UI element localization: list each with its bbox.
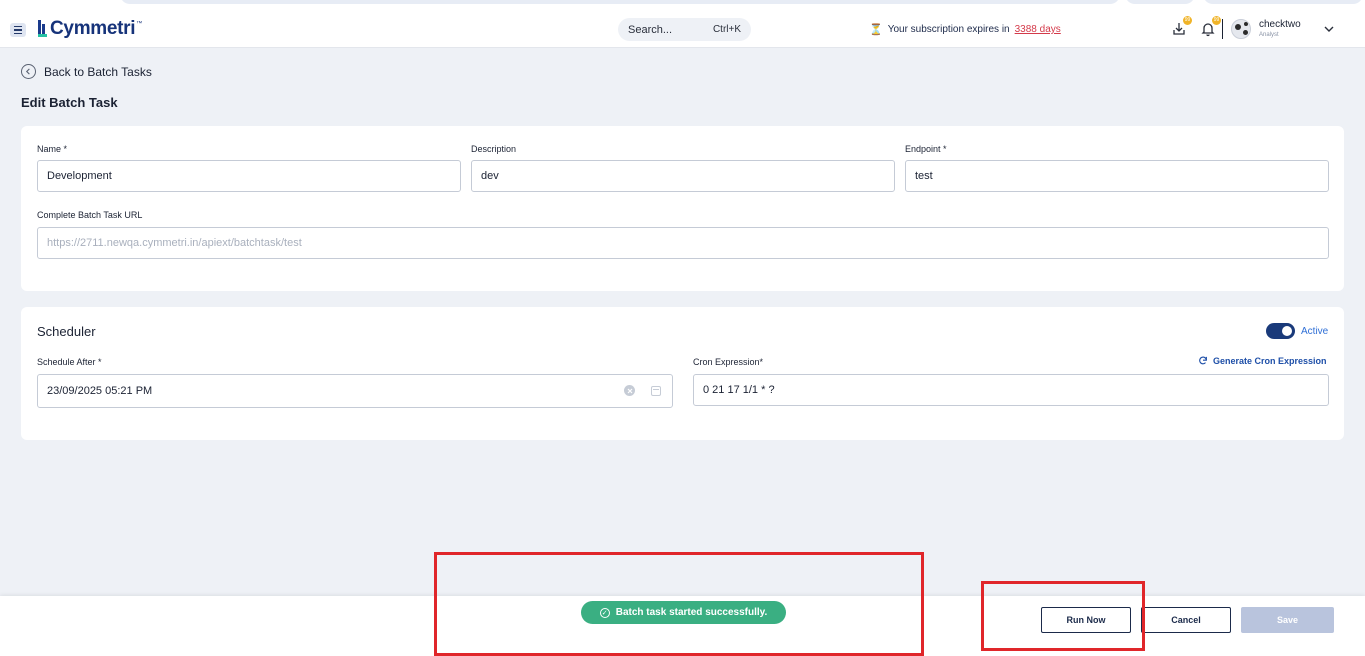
page-title: Edit Batch Task [21,95,118,110]
cancel-button[interactable]: Cancel [1141,607,1231,633]
endpoint-label: Endpoint * [905,144,947,154]
endpoint-field[interactable]: test [905,160,1329,192]
generate-cron-button[interactable]: Generate Cron Expression [1198,356,1327,366]
name-label: Name * [37,144,68,154]
bell-icon[interactable]: 99 [1199,16,1221,38]
schedule-after-label: Schedule After * [37,357,102,367]
cron-label: Cron Expression* [693,357,764,367]
avatar[interactable] [1231,19,1251,39]
active-toggle[interactable] [1266,323,1295,339]
calendar-icon[interactable] [651,386,661,396]
top-strip [0,0,1365,10]
highlight-box [981,581,1145,651]
description-field[interactable]: dev [471,160,895,192]
active-toggle-label: Active [1301,326,1329,337]
chevron-left-icon [21,64,36,79]
header-divider [1222,19,1223,39]
save-button[interactable]: Save [1241,607,1334,633]
description-label: Description [471,144,517,154]
user-role: Analyst [1259,32,1279,38]
download-icon[interactable]: 99 [1170,16,1192,38]
logo-mark-icon [38,20,48,38]
app-header: Cymmetri ™ Search... Ctrl+K ⏳ Your subsc… [0,10,1365,48]
app-logo[interactable]: Cymmetri ™ [38,18,142,40]
name-field[interactable]: Development [37,160,461,192]
back-link-label: Back to Batch Tasks [44,64,152,79]
search-input[interactable]: Search... Ctrl+K [618,18,751,41]
task-details-card: Name * Development Description dev Endpo… [21,126,1344,291]
top-pill [120,0,1120,4]
back-link[interactable]: Back to Batch Tasks [21,64,152,79]
notification-badge: 99 [1212,16,1221,25]
download-badge: 99 [1183,16,1192,25]
hourglass-icon: ⏳ [869,24,883,36]
schedule-after-field[interactable]: 23/09/2025 05:21 PM [37,374,673,408]
logo-trademark: ™ [136,21,143,27]
user-name: checktwo [1259,19,1301,30]
highlight-box [434,552,924,656]
generate-cron-label: Generate Cron Expression [1213,356,1327,366]
subscription-text: Your subscription expires in [887,24,1010,35]
menu-icon[interactable] [10,23,26,37]
top-pill [1125,0,1195,4]
search-shortcut: Ctrl+K [712,24,741,35]
batch-url-field: https://2711.newqa.cymmetri.in/apiext/ba… [37,227,1329,259]
chevron-down-icon[interactable] [1322,22,1336,39]
url-label: Complete Batch Task URL [37,210,143,220]
subscription-days-link[interactable]: 3388 days [1015,24,1061,35]
top-pill [1203,0,1363,4]
search-placeholder: Search... [628,23,673,36]
logo-text: Cymmetri [50,18,136,39]
scheduler-title: Scheduler [37,324,96,339]
cron-expression-field[interactable]: 0 21 17 1/1 * ? [693,374,1329,406]
scheduler-card: Scheduler Active Schedule After * 23/09/… [21,307,1344,440]
subscription-notice: ⏳ Your subscription expires in 3388 days [869,23,1061,36]
clear-icon[interactable] [624,385,635,396]
schedule-after-value: 23/09/2025 05:21 PM [47,385,153,397]
